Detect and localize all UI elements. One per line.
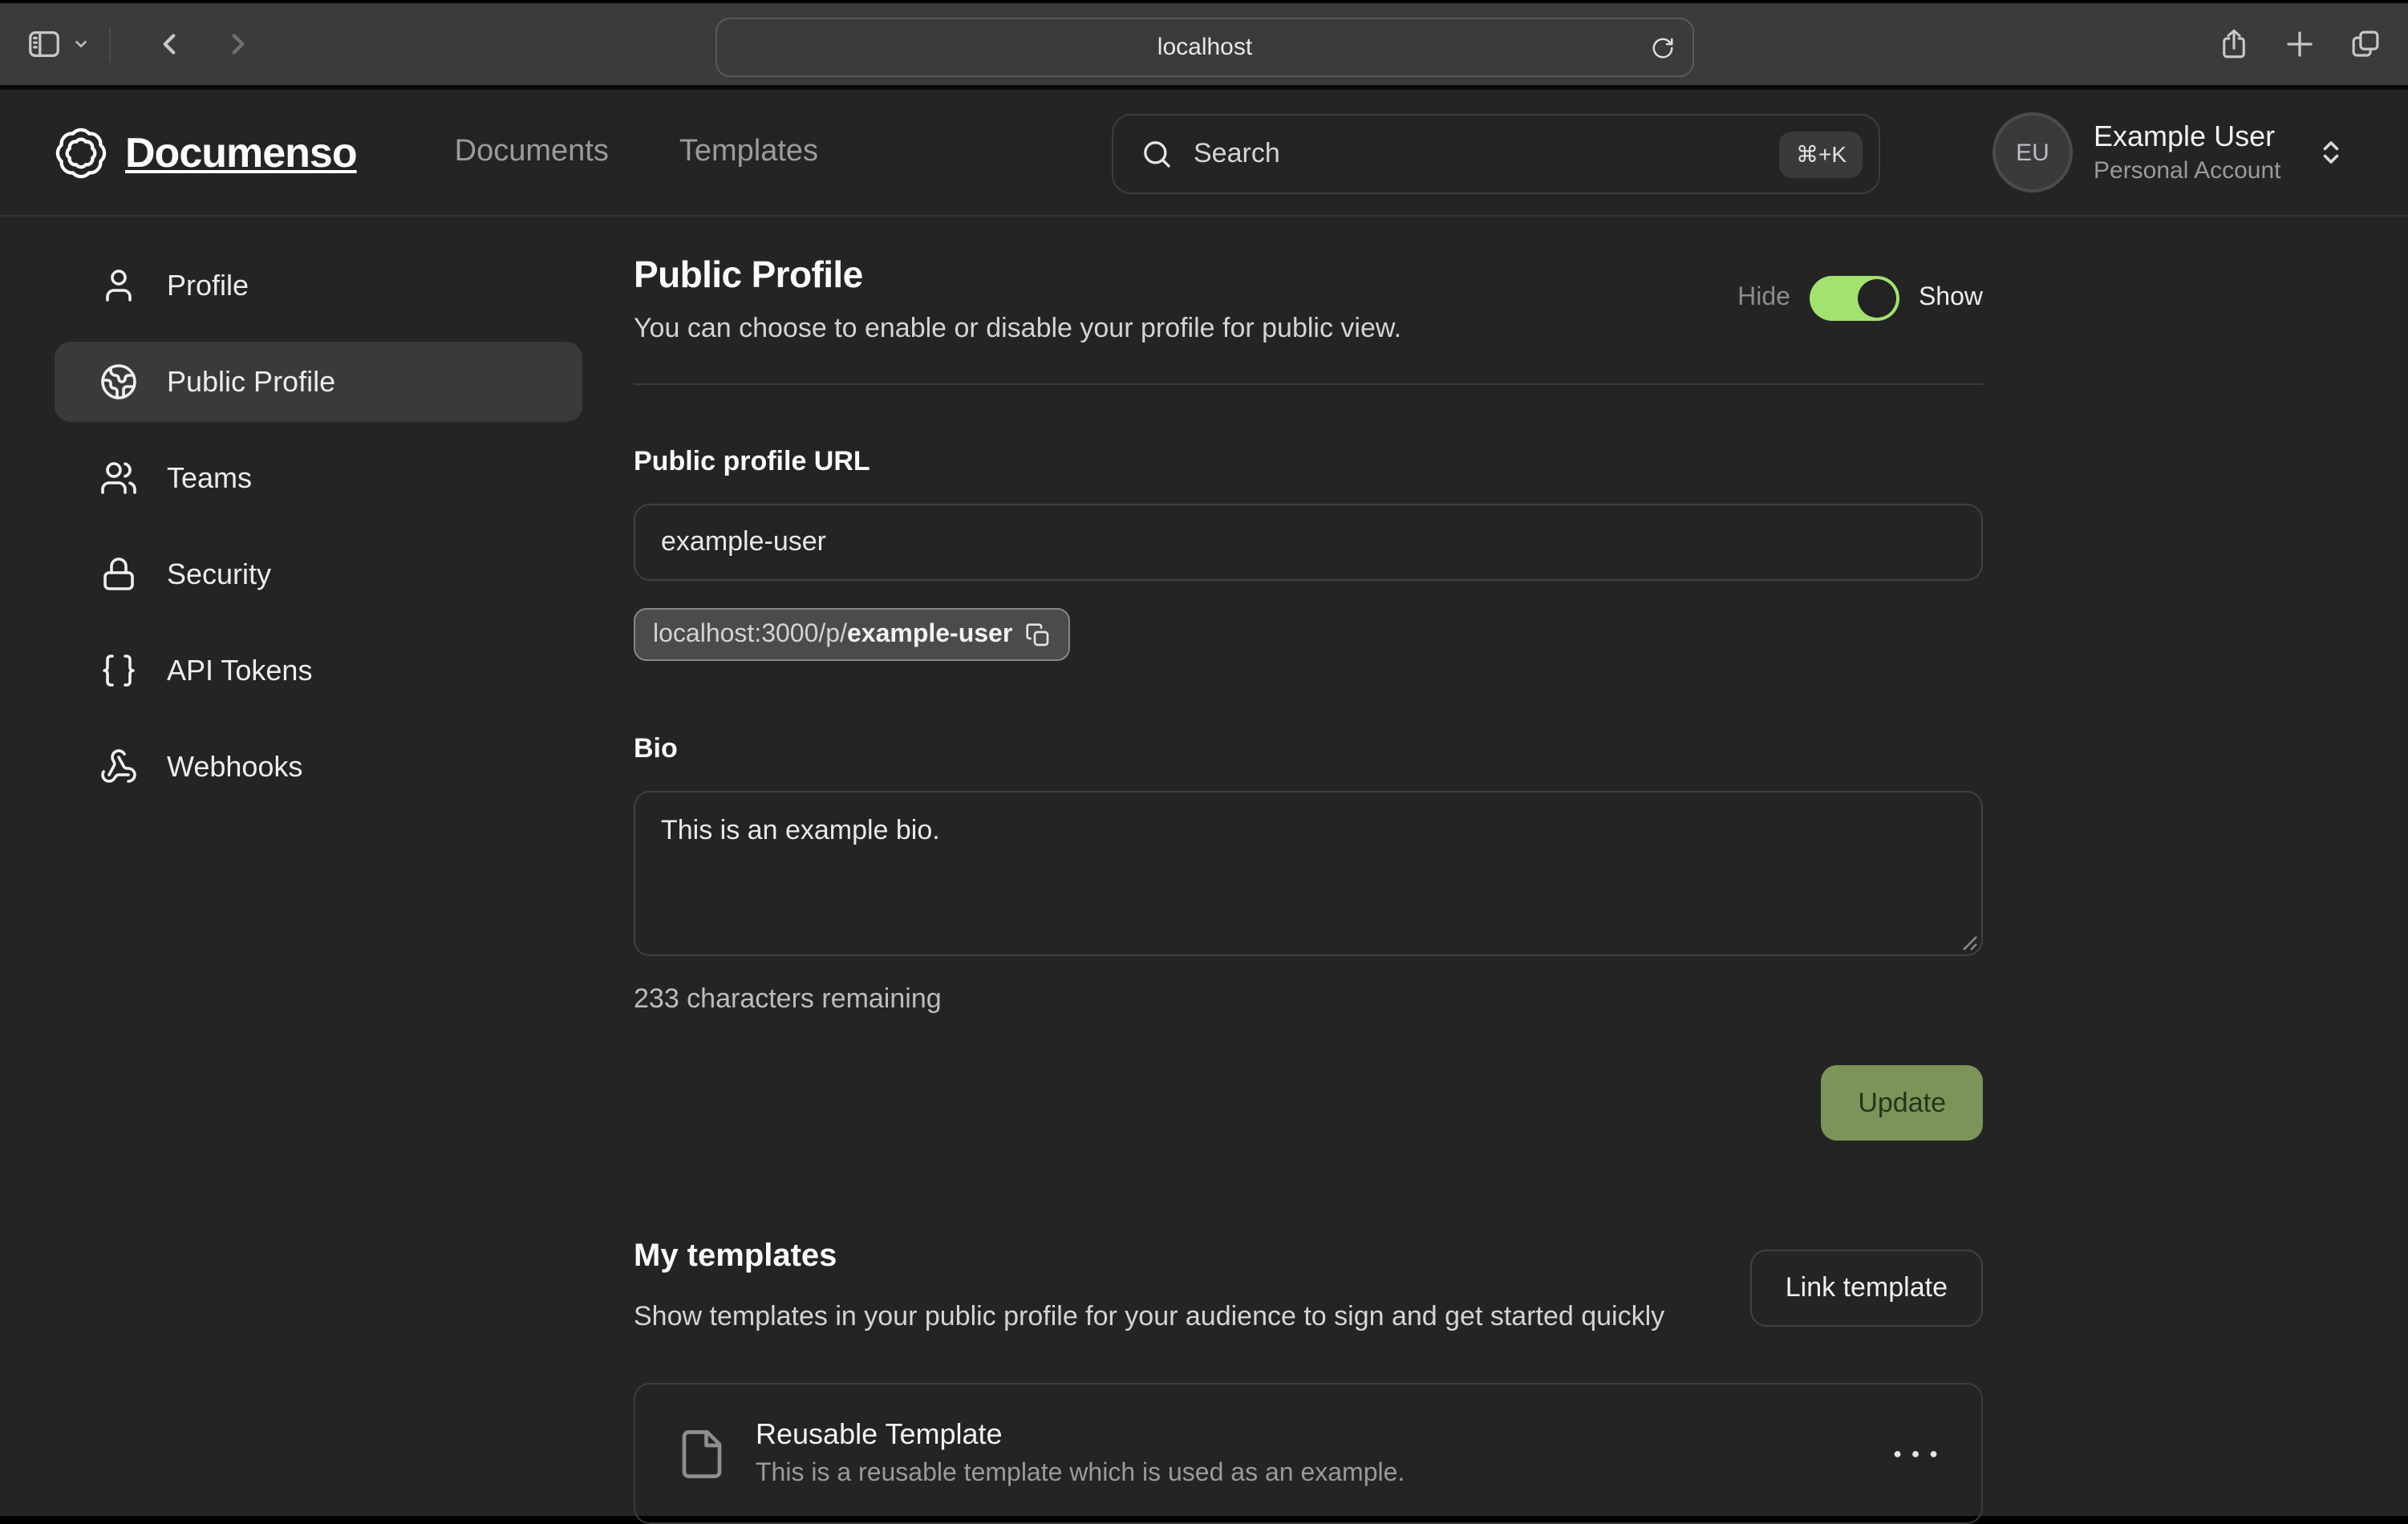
address-bar[interactable]: localhost <box>716 18 1694 77</box>
browser-chrome: localhost <box>0 0 2408 90</box>
user-icon <box>99 266 138 305</box>
app-logo[interactable]: Documenso <box>55 126 357 179</box>
globe-icon <box>99 363 138 401</box>
share-icon[interactable] <box>2217 27 2251 61</box>
sidebar-item-public-profile[interactable]: Public Profile <box>55 342 582 422</box>
sidebar-item-webhooks[interactable]: Webhooks <box>55 727 582 807</box>
app-header: Documenso Documents Templates Search ⌘+K… <box>0 90 2408 217</box>
tab-overview-icon[interactable] <box>2349 27 2382 61</box>
screen: localhost Documen <box>0 0 2408 1516</box>
profile-url-input[interactable] <box>634 504 1983 581</box>
search-shortcut-badge: ⌘+K <box>1780 131 1863 177</box>
sidebar-item-label: Security <box>167 557 271 591</box>
visibility-toggle[interactable] <box>1810 276 1899 321</box>
template-menu-ellipsis-icon[interactable]: ● ● ● <box>1893 1445 1941 1461</box>
users-icon <box>99 459 138 497</box>
characters-remaining: 233 characters remaining <box>634 983 1983 1015</box>
my-templates-title: My templates <box>634 1238 1664 1275</box>
sidebar-item-label: Public Profile <box>167 365 335 399</box>
user-menu[interactable]: EU Example User Personal Account <box>1992 90 2345 215</box>
template-description: This is a reusable template which is use… <box>756 1460 1893 1489</box>
show-label: Show <box>1919 284 1983 313</box>
file-icon <box>675 1427 728 1480</box>
profile-url-copy-chip[interactable]: localhost:3000/p/example-user <box>634 608 1070 661</box>
nav-documents[interactable]: Documents <box>455 135 609 170</box>
page-subtitle: You can choose to enable or disable your… <box>634 313 1401 345</box>
nav-templates[interactable]: Templates <box>679 135 818 170</box>
chrome-divider <box>109 26 111 62</box>
template-row[interactable]: Reusable Template This is a reusable tem… <box>634 1383 1983 1524</box>
bio-label: Bio <box>634 733 1983 765</box>
profile-url-label: Public profile URL <box>634 446 1983 478</box>
top-nav: Documents Templates <box>455 135 818 170</box>
sidebar-item-security[interactable]: Security <box>55 534 582 614</box>
reload-icon[interactable] <box>1651 35 1675 59</box>
back-icon[interactable] <box>152 27 186 61</box>
sidebar-item-label: API Tokens <box>167 654 312 687</box>
app-name: Documenso <box>125 128 357 177</box>
sidebar-item-profile[interactable]: Profile <box>55 245 582 326</box>
sidebar-toggle-icon[interactable] <box>26 26 63 63</box>
update-button[interactable]: Update <box>1821 1065 1983 1141</box>
sidebar-item-label: Profile <box>167 269 249 302</box>
my-templates-description: Show templates in your public profile fo… <box>634 1296 1664 1336</box>
settings-sidebar: Profile Public Profile Teams Security <box>0 217 634 1524</box>
sidebar-item-label: Teams <box>167 461 252 495</box>
chevron-down-icon[interactable] <box>72 35 90 53</box>
section-divider <box>634 383 1983 385</box>
sidebar-item-api-tokens[interactable]: API Tokens <box>55 630 582 711</box>
copy-icon[interactable] <box>1025 622 1051 647</box>
forward-icon[interactable] <box>221 27 255 61</box>
lock-icon <box>99 555 138 594</box>
search-placeholder: Search <box>1194 138 1780 170</box>
webhook-icon <box>99 748 138 786</box>
chevrons-up-down-icon <box>2317 138 2345 167</box>
sidebar-item-teams[interactable]: Teams <box>55 438 582 518</box>
avatar: EU <box>1992 112 2073 193</box>
profile-url-handle: example-user <box>847 620 1012 649</box>
new-tab-icon[interactable] <box>2283 27 2317 61</box>
bio-textarea[interactable]: This is an example bio. <box>634 791 1983 956</box>
documenso-logo-icon <box>55 126 107 179</box>
main-content: Public Profile You can choose to enable … <box>634 253 1983 1524</box>
link-template-button[interactable]: Link template <box>1750 1250 1983 1327</box>
sidebar-item-label: Webhooks <box>167 750 302 784</box>
profile-url-prefix: localhost:3000/p/ <box>653 620 847 649</box>
user-name: Example User <box>2094 120 2281 154</box>
address-bar-url: localhost <box>1157 34 1252 61</box>
visibility-toggle-group: Hide Show <box>1737 276 1983 321</box>
hide-label: Hide <box>1737 284 1790 313</box>
template-title: Reusable Template <box>756 1418 1893 1452</box>
toggle-knob <box>1858 279 1896 318</box>
page-title: Public Profile <box>634 253 1401 297</box>
search-input[interactable]: Search ⌘+K <box>1112 114 1880 194</box>
search-icon <box>1141 138 1173 170</box>
user-account-type: Personal Account <box>2094 157 2281 184</box>
braces-icon <box>99 651 138 690</box>
